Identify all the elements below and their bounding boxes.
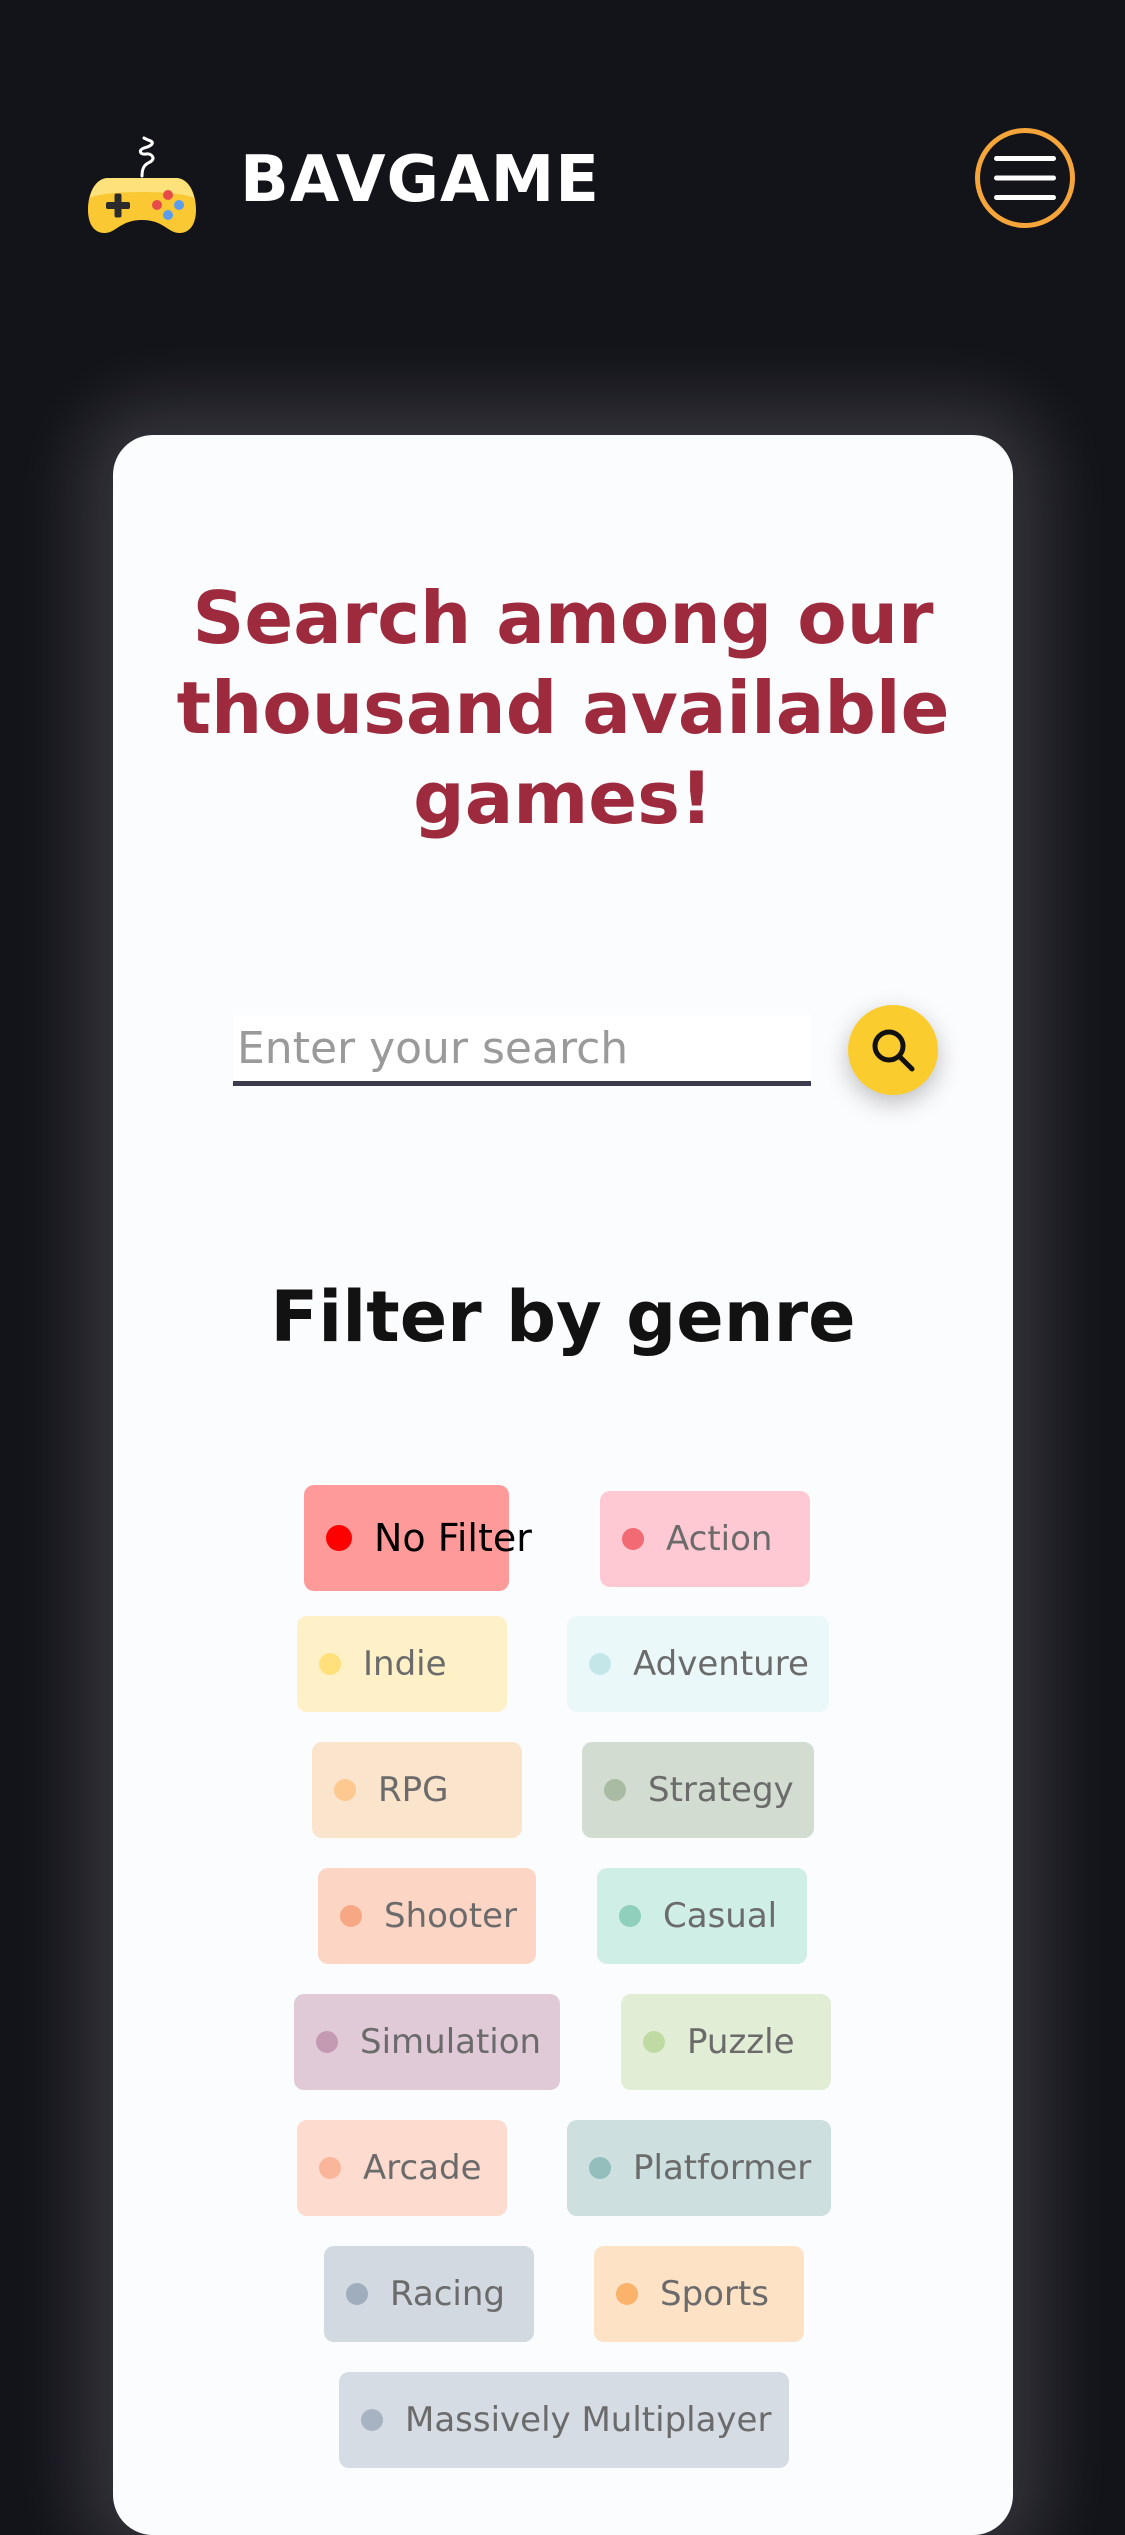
genre-color-dot bbox=[616, 2283, 638, 2305]
genre-color-dot bbox=[619, 1905, 641, 1927]
genre-chip-strategy[interactable]: Strategy bbox=[582, 1742, 814, 1838]
genre-color-dot bbox=[643, 2031, 665, 2053]
genre-chip-simulation[interactable]: Simulation bbox=[294, 1994, 560, 2090]
genre-color-dot bbox=[604, 1779, 626, 1801]
genre-color-dot bbox=[316, 2031, 338, 2053]
genre-color-dot bbox=[361, 2409, 383, 2431]
genre-chip-label: Simulation bbox=[360, 2022, 542, 2062]
app-header: BAVGAME bbox=[0, 0, 1125, 360]
genre-chip-label: Action bbox=[666, 1519, 773, 1559]
genre-chip-label: Massively Multiplayer bbox=[405, 2400, 772, 2440]
genre-chip-label: No Filter bbox=[374, 1516, 532, 1560]
genre-color-dot bbox=[340, 1905, 362, 1927]
hamburger-menu-icon bbox=[994, 156, 1056, 200]
genre-color-dot bbox=[319, 2157, 341, 2179]
genre-color-dot bbox=[346, 2283, 368, 2305]
genre-chip-label: Arcade bbox=[363, 2148, 482, 2188]
headline-line: Search among our bbox=[192, 576, 934, 660]
genre-chip-label: Racing bbox=[390, 2274, 505, 2314]
search-button[interactable] bbox=[848, 1005, 938, 1095]
genre-color-dot bbox=[334, 1779, 356, 1801]
search-card: Search among our thousand available game… bbox=[113, 435, 1013, 2535]
genre-chip-label: Adventure bbox=[633, 1644, 809, 1684]
genre-chip-puzzle[interactable]: Puzzle bbox=[621, 1994, 831, 2090]
genre-color-dot bbox=[319, 1653, 341, 1675]
genre-chip-label: Indie bbox=[363, 1644, 447, 1684]
genre-chip-label: Puzzle bbox=[687, 2022, 795, 2062]
genre-chip-action[interactable]: Action bbox=[600, 1491, 810, 1587]
genre-chip-rpg[interactable]: RPG bbox=[312, 1742, 522, 1838]
genre-chip-arcade[interactable]: Arcade bbox=[297, 2120, 507, 2216]
headline-line: thousand available bbox=[176, 666, 950, 750]
genre-chip-label: Platformer bbox=[633, 2148, 812, 2188]
genre-chip-sports[interactable]: Sports bbox=[594, 2246, 804, 2342]
genre-chip-label: Casual bbox=[663, 1896, 778, 1936]
genre-chip-massively-multiplayer[interactable]: Massively Multiplayer bbox=[339, 2372, 789, 2468]
gamepad-icon[interactable] bbox=[86, 126, 198, 238]
genre-color-dot bbox=[589, 1653, 611, 1675]
genre-chip-no-filter[interactable]: No Filter bbox=[304, 1485, 532, 1591]
brand-title[interactable]: BAVGAME bbox=[240, 138, 600, 222]
search-icon bbox=[872, 1029, 915, 1072]
genre-chip-racing[interactable]: Racing bbox=[324, 2246, 534, 2342]
search-input[interactable] bbox=[233, 1015, 811, 1086]
genre-chip-platformer[interactable]: Platformer bbox=[567, 2120, 831, 2216]
genre-chip-label: RPG bbox=[378, 1770, 449, 1810]
genre-chip-casual[interactable]: Casual bbox=[597, 1868, 807, 1964]
genre-chip-adventure[interactable]: Adventure bbox=[567, 1616, 829, 1712]
headline-line: games! bbox=[413, 756, 713, 840]
menu-button[interactable] bbox=[975, 128, 1075, 228]
genre-chip-label: Sports bbox=[660, 2274, 769, 2314]
filter-title: Filter by genre bbox=[270, 1276, 856, 1358]
genre-chip-label: Strategy bbox=[648, 1770, 794, 1810]
genre-chip-label: Shooter bbox=[384, 1896, 517, 1936]
genre-chip-shooter[interactable]: Shooter bbox=[318, 1868, 536, 1964]
genre-color-dot bbox=[589, 2157, 611, 2179]
genre-color-dot bbox=[326, 1525, 352, 1551]
genre-chip-indie[interactable]: Indie bbox=[297, 1616, 507, 1712]
genre-color-dot bbox=[622, 1528, 644, 1550]
page-headline: Search among our thousand available game… bbox=[113, 573, 1013, 843]
